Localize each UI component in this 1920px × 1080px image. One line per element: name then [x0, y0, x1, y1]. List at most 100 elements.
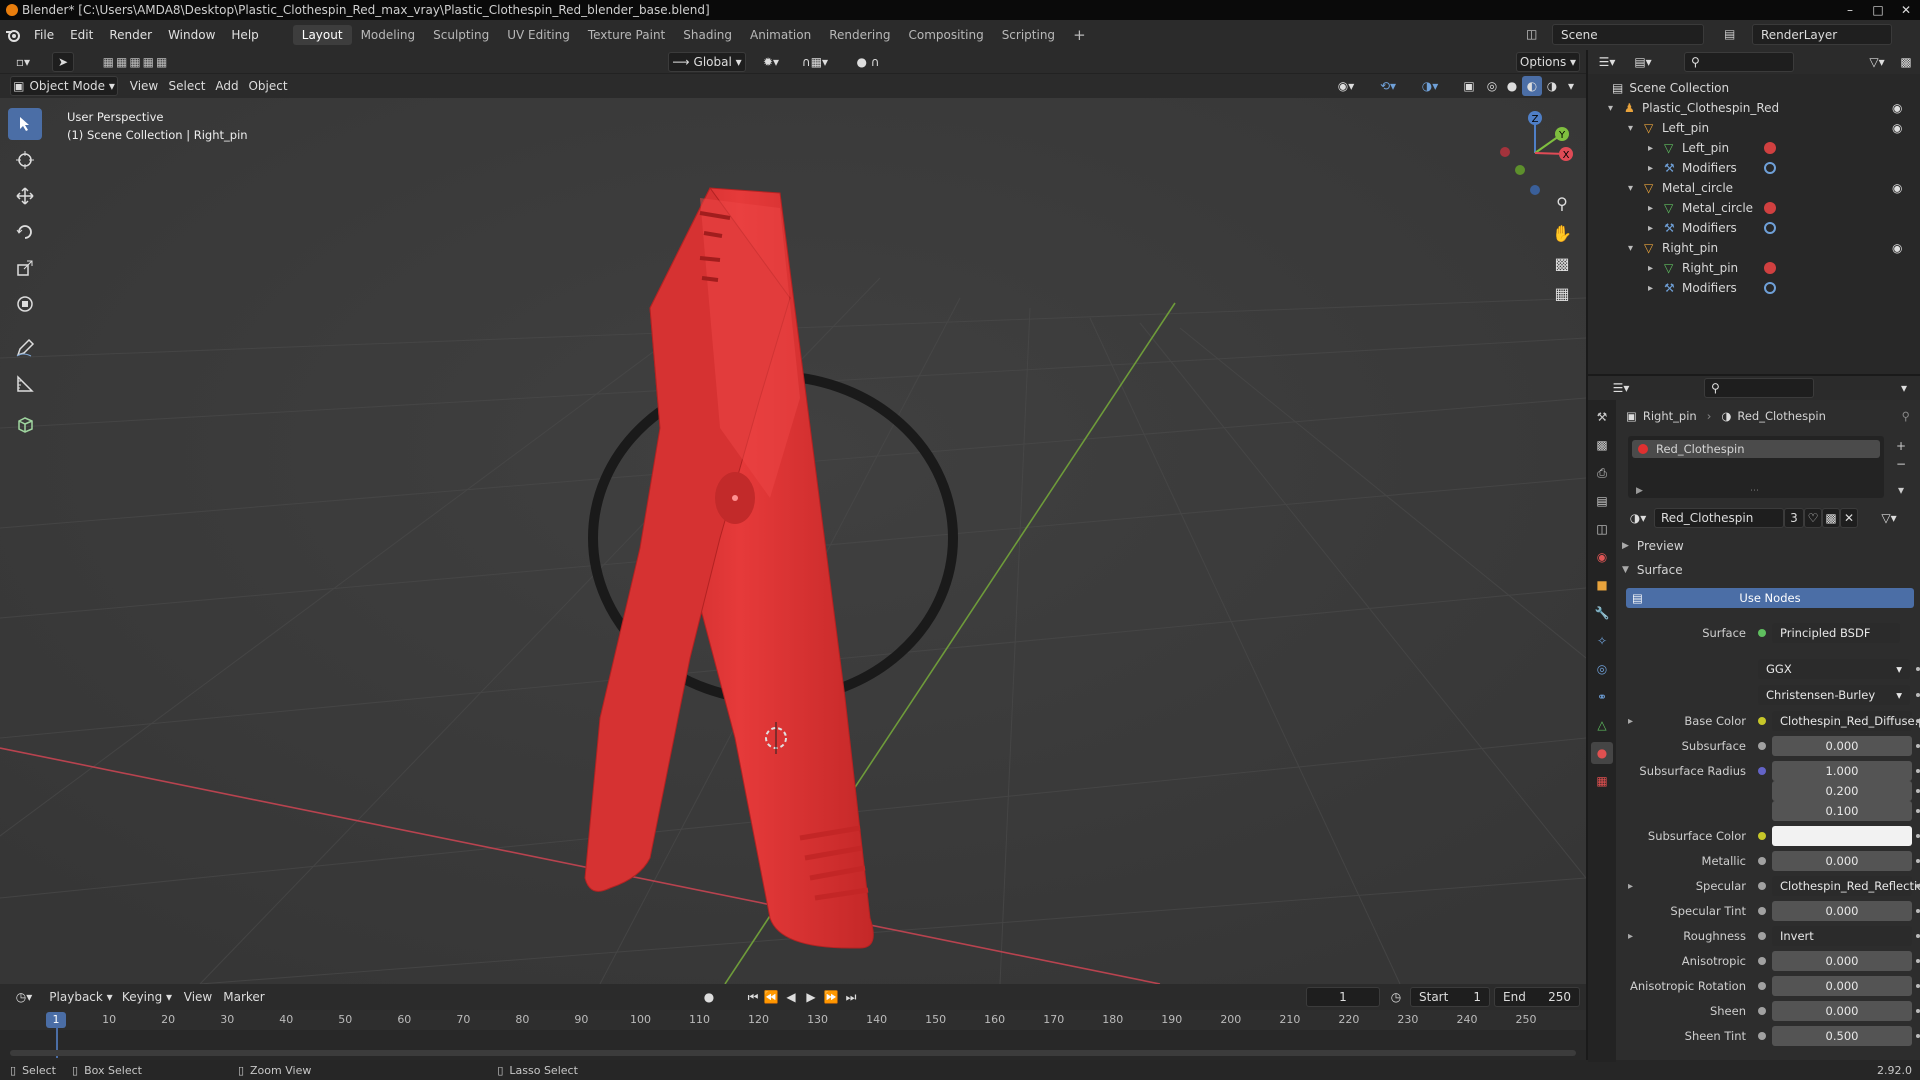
add-workspace-button[interactable]: + — [1064, 25, 1095, 45]
navigation-gizmo[interactable]: Z Y X — [1490, 108, 1580, 198]
shading-solid-icon[interactable]: ● — [1502, 76, 1522, 96]
tab-modifiers[interactable]: 🔧 — [1591, 602, 1613, 624]
outliner-row[interactable]: ▾ ▽ Left_pin ◉ — [1588, 118, 1920, 138]
use-nodes-button[interactable]: ▤ Use Nodes — [1626, 588, 1914, 608]
tab-texture[interactable]: ▦ — [1591, 770, 1613, 792]
keyframe-dot[interactable] — [1916, 934, 1920, 938]
keyframe-dot[interactable] — [1916, 693, 1920, 697]
list-resize-handle[interactable]: ⋯ — [1750, 486, 1759, 496]
shading-wireframe-icon[interactable]: ◎ — [1482, 76, 1502, 96]
material-users-count[interactable]: 3 — [1784, 508, 1804, 528]
menu-add[interactable]: Add — [212, 76, 242, 96]
properties-editor-type-button[interactable]: ☰▾ — [1606, 378, 1636, 398]
timeline-area[interactable]: 10 20 30 40 50 60 70 80 90 100 110 120 130 140 150 160 1… — [0, 1010, 1586, 1060]
display-mode-button[interactable]: ▤▾ — [1628, 52, 1658, 72]
start-frame-field[interactable]: Start 1 — [1410, 987, 1490, 1007]
eye-icon[interactable]: ◉ — [1892, 241, 1902, 255]
rotate-tool[interactable] — [8, 216, 42, 248]
socket-dot[interactable] — [1758, 932, 1766, 940]
distribution-select[interactable]: GGX ▾ — [1758, 659, 1910, 679]
modifier-icon[interactable] — [1764, 222, 1776, 234]
menu-keying[interactable]: Keying ▾ — [118, 987, 176, 1007]
tab-layout[interactable]: Layout — [292, 25, 352, 45]
list-expand-icon[interactable]: ▶ — [1636, 486, 1643, 496]
jump-keyframe-forward-icon[interactable]: ⏩ — [822, 987, 840, 1007]
socket-dot[interactable] — [1758, 982, 1766, 990]
select-tool-button[interactable]: ➤ — [52, 52, 74, 72]
outliner-search-input[interactable]: ⚲ — [1684, 52, 1794, 72]
number-field[interactable]: 0.500 — [1772, 1026, 1912, 1046]
outliner-row[interactable]: ▸ ▽ Right_pin — [1588, 258, 1920, 278]
scene-selector[interactable]: Scene — [1552, 24, 1704, 45]
tab-compositing[interactable]: Compositing — [899, 25, 992, 45]
collapsed-arrow-icon[interactable]: ▸ — [1648, 163, 1653, 174]
scene-icon[interactable]: ◫ — [1526, 27, 1548, 43]
jump-end-icon[interactable]: ⏭ — [842, 987, 860, 1007]
eye-icon[interactable]: ◉ — [1892, 121, 1902, 135]
menu-help[interactable]: Help — [223, 24, 266, 46]
tab-shading[interactable]: Shading — [674, 25, 741, 45]
menu-select[interactable]: Select — [166, 76, 208, 96]
outliner-row[interactable]: ▸ ▽ Metal_circle — [1588, 198, 1920, 218]
material-slot-row[interactable]: Red_Clothespin — [1632, 440, 1880, 458]
minimize-icon[interactable]: – — [1836, 0, 1864, 20]
tab-particles[interactable]: ✧ — [1591, 630, 1613, 652]
socket-dot[interactable] — [1758, 767, 1766, 775]
tab-output[interactable]: ⎙ — [1591, 462, 1613, 484]
preview-range-icon[interactable]: ◷ — [1386, 987, 1406, 1007]
select-mode-set-icon[interactable]: ▦▦▦▦▦ — [94, 52, 178, 72]
outliner-scene-collection[interactable]: ▤ Scene Collection — [1588, 78, 1920, 98]
record-icon[interactable]: ● — [698, 987, 720, 1007]
playhead[interactable]: 1 — [46, 1012, 66, 1028]
expand-input-icon[interactable]: ▸ — [1628, 881, 1633, 892]
transform-tool[interactable] — [8, 288, 42, 320]
subsurface-method-select[interactable]: Christensen-Burley ▾ — [1758, 685, 1910, 705]
annotate-tool[interactable] — [8, 332, 42, 364]
keyframe-dot[interactable] — [1916, 834, 1920, 838]
keyframe-dot[interactable] — [1916, 859, 1920, 863]
link-type-icon[interactable]: ▽▾ — [1874, 508, 1904, 528]
maximize-icon[interactable]: □ — [1864, 0, 1892, 20]
timeline-scrollbar[interactable] — [10, 1050, 1576, 1056]
outliner-row[interactable]: ▸ ⚒ Modifiers — [1588, 218, 1920, 238]
color-swatch[interactable] — [1772, 826, 1912, 846]
keyframe-dot[interactable] — [1916, 909, 1920, 913]
menu-file[interactable]: File — [26, 24, 62, 46]
outliner-editor-type-button[interactable]: ☰▾ — [1592, 52, 1622, 72]
number-field[interactable]: 0.000 — [1772, 736, 1912, 756]
tab-world[interactable]: ◉ — [1591, 546, 1613, 568]
tab-object[interactable]: ■ — [1591, 574, 1613, 596]
keyframe-dot[interactable] — [1916, 1009, 1920, 1013]
tab-physics[interactable]: ◎ — [1591, 658, 1613, 680]
socket-dot[interactable] — [1758, 717, 1766, 725]
material-icon[interactable] — [1764, 202, 1776, 214]
socket-dot[interactable] — [1758, 1007, 1766, 1015]
linked-input-field[interactable]: Invert — [1772, 926, 1912, 946]
measure-tool[interactable] — [8, 368, 42, 400]
tab-sculpting[interactable]: Sculpting — [424, 25, 498, 45]
menu-object[interactable]: Object — [246, 76, 290, 96]
slot-specials-icon[interactable]: ▾ — [1892, 480, 1910, 500]
menu-timeline-view[interactable]: View — [180, 987, 216, 1007]
collapsed-arrow-icon[interactable]: ▸ — [1648, 203, 1653, 214]
outliner-row[interactable]: ▾ ▽ Right_pin ◉ — [1588, 238, 1920, 258]
material-browse-button[interactable]: ◑▾ — [1624, 508, 1652, 528]
collapsed-arrow-icon[interactable]: ▸ — [1648, 263, 1653, 274]
material-icon[interactable] — [1764, 142, 1776, 154]
number-field[interactable]: 0.000 — [1772, 976, 1912, 996]
expanded-arrow-icon[interactable]: ▾ — [1628, 243, 1633, 254]
shading-rendered-icon[interactable]: ◑ — [1542, 76, 1562, 96]
linked-input-field[interactable]: Clothespin_Red_Diffuse.p... — [1772, 711, 1920, 731]
number-field[interactable]: 0.000 — [1772, 1001, 1912, 1021]
expanded-arrow-icon[interactable]: ▾ — [1628, 123, 1633, 134]
outliner-row[interactable]: ▸ ⚒ Modifiers — [1588, 278, 1920, 298]
pin-icon[interactable]: ⚲ — [1902, 409, 1910, 423]
play-icon[interactable]: ▶ — [802, 987, 820, 1007]
socket-dot[interactable] — [1758, 1032, 1766, 1040]
menu-window[interactable]: Window — [160, 24, 223, 46]
remove-slot-icon[interactable]: − — [1892, 454, 1910, 474]
socket-dot[interactable] — [1758, 857, 1766, 865]
cursor-tool[interactable] — [8, 144, 42, 176]
xray-toggle-icon[interactable]: ▣ — [1458, 76, 1480, 96]
outliner-row[interactable]: ▸ ⚒ Modifiers — [1588, 158, 1920, 178]
